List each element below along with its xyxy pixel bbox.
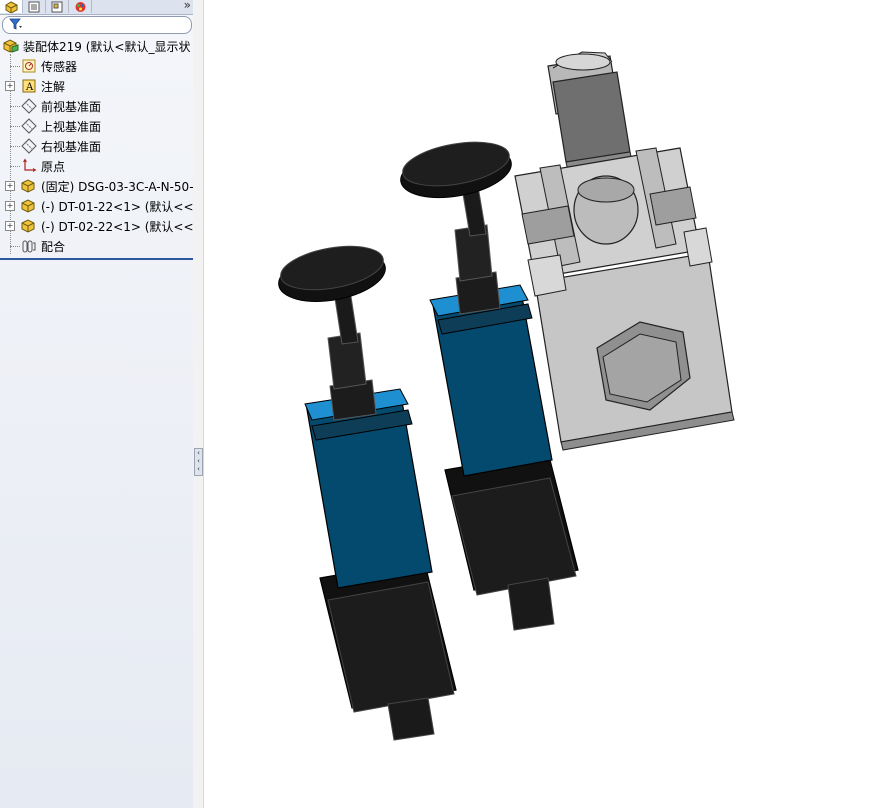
tree-item-sensors[interactable]: 传感器 (0, 56, 193, 76)
tree-root-assembly[interactable]: 装配体219 (默认<默认_显示状 (0, 36, 193, 56)
tree-item-component-dt01[interactable]: + (-) DT-01-22<1> (默认<<默 (0, 196, 193, 216)
featuremanager-tab[interactable] (0, 0, 23, 13)
panel-tabs: » (0, 0, 193, 15)
appearance-icon (75, 1, 85, 12)
tree-item-annotations[interactable]: + A 注解 (0, 76, 193, 96)
configuration-icon (51, 1, 63, 12)
tree-item-label: 配合 (41, 239, 66, 254)
tree-item-label: 前视基准面 (41, 99, 102, 114)
tree-item-label: (-) DT-01-22<1> (默认<<默 (41, 199, 193, 214)
tree-item-origin[interactable]: 原点 (0, 156, 193, 176)
tree-item-label: (固定) DSG-03-3C-A-N-50- (41, 179, 193, 194)
tree-item-label: 原点 (41, 159, 66, 174)
plane-icon (21, 98, 37, 114)
tree-item-label: 右视基准面 (41, 139, 102, 154)
expand-toggle[interactable]: + (5, 181, 15, 191)
expand-toggle[interactable]: + (5, 221, 15, 231)
tree-item-component-dsg[interactable]: + (固定) DSG-03-3C-A-N-50- (0, 176, 193, 196)
assembly-icon (3, 39, 19, 53)
configurationmanager-tab[interactable] (46, 0, 69, 13)
directional-valve-body[interactable] (514, 51, 735, 451)
tree-item-front-plane[interactable]: 前视基准面 (0, 96, 193, 116)
origin-icon (23, 158, 37, 172)
tree-item-component-dt02[interactable]: + (-) DT-02-22<1> (默认<<默 (0, 216, 193, 236)
expand-toggle[interactable]: + (5, 201, 15, 211)
assembly-tree-icon (5, 0, 17, 13)
tree-item-label: 传感器 (41, 59, 78, 74)
collapse-panel-handle[interactable]: ‹ ‹ ‹ (194, 448, 203, 476)
tree-root-label: 装配体219 (默认<默认_显示状 (23, 39, 191, 54)
featuremanager-panel: » 装配体219 (默认<默认_显示状 传感器 + A 注解 前视基准面 上视基… (0, 0, 194, 808)
svg-text:A: A (25, 82, 34, 93)
part-icon (21, 219, 35, 233)
model-view[interactable] (204, 0, 874, 808)
panel-splitter[interactable]: ‹ ‹ ‹ (193, 0, 204, 808)
displaymanager-tab[interactable] (69, 0, 92, 13)
mates-icon (22, 240, 36, 253)
manual-valve-dt02[interactable] (275, 239, 457, 741)
part-icon (21, 179, 35, 193)
tree-item-mates[interactable]: 配合 (0, 236, 193, 256)
tree-item-label: (-) DT-02-22<1> (默认<<默 (41, 219, 193, 234)
tree-item-label: 注解 (41, 79, 66, 94)
plane-icon (21, 138, 37, 154)
graphics-area[interactable] (204, 0, 874, 808)
tree-separator (0, 258, 193, 260)
sensor-icon (22, 59, 36, 73)
propertymanager-tab[interactable] (23, 0, 46, 13)
annotation-icon: A (22, 79, 36, 93)
plane-icon (21, 118, 37, 134)
tree-item-label: 上视基准面 (41, 119, 102, 134)
tree-filter-field[interactable] (2, 16, 192, 34)
filter-icon (9, 18, 22, 30)
more-tabs-button[interactable]: » (184, 0, 191, 12)
property-icon (28, 1, 40, 12)
expand-toggle[interactable]: + (5, 81, 15, 91)
tree-item-top-plane[interactable]: 上视基准面 (0, 116, 193, 136)
part-icon (21, 199, 35, 213)
tree-item-right-plane[interactable]: 右视基准面 (0, 136, 193, 156)
